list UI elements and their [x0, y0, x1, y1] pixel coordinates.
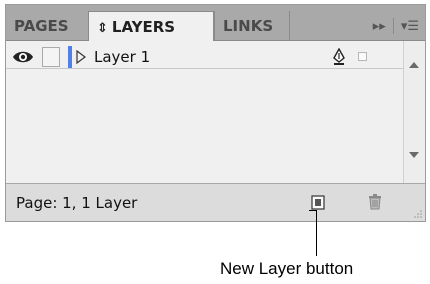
new-layer-button[interactable]	[311, 194, 325, 210]
tab-links[interactable]: LINKS	[214, 11, 290, 41]
pen-nib-icon	[333, 48, 345, 65]
delete-layer-button[interactable]	[367, 192, 383, 210]
toolbar-divider	[392, 18, 394, 34]
eye-icon[interactable]	[12, 48, 34, 66]
panel-footer: Page: 1, 1 Layer	[6, 183, 425, 221]
tab-pages[interactable]: PAGES	[6, 11, 88, 41]
double-chevron-right-icon[interactable]: ▸▸	[373, 20, 386, 33]
layer-name: Layer 1	[94, 48, 151, 66]
tab-layers-label: LAYERS	[111, 18, 176, 36]
tab-pages-label: PAGES	[14, 17, 69, 35]
selection-square[interactable]	[358, 52, 367, 61]
panel-menu-icon[interactable]: ▾☰	[401, 20, 419, 33]
resize-grip-icon[interactable]	[413, 209, 423, 219]
layers-panel: PAGES ⇕ LAYERS LINKS ▸▸ ▾☰ Layer 1 Page:…	[5, 4, 426, 222]
lock-toggle[interactable]	[42, 47, 60, 67]
expand-triangle-icon[interactable]	[76, 50, 86, 64]
scroll-up-arrow-icon[interactable]	[409, 62, 419, 68]
tab-layers[interactable]: ⇕ LAYERS	[88, 11, 214, 41]
panel-tab-bar: PAGES ⇕ LAYERS LINKS ▸▸ ▾☰	[6, 5, 425, 41]
layer-color-swatch	[68, 46, 72, 68]
callout-label: New Layer button	[220, 259, 354, 278]
callout-line	[316, 210, 317, 256]
scrollbar[interactable]	[403, 41, 425, 183]
scroll-down-arrow-icon[interactable]	[409, 152, 419, 158]
tab-links-label: LINKS	[223, 17, 274, 35]
panel-controls: ▸▸ ▾☰	[373, 11, 425, 41]
layer-row[interactable]: Layer 1	[6, 45, 403, 69]
status-text: Page: 1, 1 Layer	[16, 194, 138, 212]
layer-list: Layer 1	[6, 41, 403, 183]
up-down-arrows-icon: ⇕	[97, 21, 108, 36]
